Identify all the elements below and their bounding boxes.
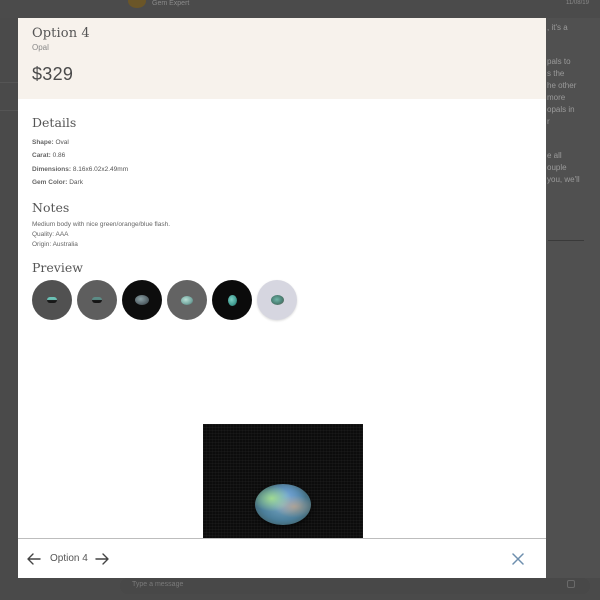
detail-label: Dimensions: [32,165,72,173]
close-icon [512,553,524,565]
preview-thumbnail[interactable] [212,280,252,321]
message-fragment: r [547,117,550,126]
gem-image [92,297,102,304]
notes-text: Medium body with nice green/orange/blue … [32,220,532,250]
message-fragment: opals in [547,105,575,114]
message-fragment: you, we'll [547,175,580,184]
message-fragment: s the [547,69,565,78]
arrow-right-icon [95,552,109,565]
detail-carat: Carat: 0.86 [32,149,532,162]
detail-label: Carat: [32,152,51,160]
message-date: 11/08/19 [566,0,589,6]
notes-line: Medium body with nice green/orange/blue … [32,221,171,229]
notes-line: Quality: AAA [32,231,69,239]
detail-dimensions: Dimensions: 8.16x6.02x2.49mm [32,163,532,176]
preview-thumbnail[interactable] [257,280,297,321]
opal-gem-image [255,484,311,525]
preview-thumbnails [32,280,532,321]
arrow-left-icon [27,552,41,565]
background-header [0,0,600,18]
message-fragment: , it's a [547,23,568,32]
preview-heading: Preview [32,260,83,276]
details-list: Shape: Oval Carat: 0.86 Dimensions: 8.16… [32,136,532,189]
detail-label: Gem Color: [32,178,68,186]
price: $329 [32,64,74,84]
message-fragment: more [547,93,566,102]
background-divider [0,110,18,111]
sender-name: Gem Expert [152,0,190,7]
close-button[interactable] [510,551,526,567]
preview-thumbnail[interactable] [32,280,72,321]
detail-value: 0.86 [52,152,66,160]
previous-option-button[interactable] [26,551,42,567]
detail-gem-color: Gem Color: Dark [32,176,532,189]
detail-value: Oval [55,139,69,146]
message-input-placeholder: Type a message [132,581,184,588]
send-icon[interactable] [567,580,575,588]
next-option-button[interactable] [94,551,110,567]
notes-heading: Notes [32,200,70,216]
gem-image [135,295,149,306]
message-divider [548,240,584,241]
background-divider [0,82,18,83]
gem-image [227,294,237,306]
preview-thumbnail[interactable] [167,280,207,321]
gem-image [181,295,193,305]
message-fragment: e all [547,151,562,160]
main-preview-image[interactable] [203,424,363,538]
option-title: Option 4 [32,26,90,41]
message-fragment: pals to [547,57,571,66]
detail-value: 8.16x6.02x2.49mm [72,165,129,173]
modal-footer: Option 4 [18,538,546,578]
gem-image [270,295,284,306]
details-heading: Details [32,115,77,130]
preview-thumbnail[interactable] [122,280,162,321]
message-fragment: he other [547,81,577,90]
gem-type: Opal [32,43,49,52]
current-option-label: Option 4 [50,553,88,564]
detail-label: Shape: [32,139,54,146]
gem-option-modal: Option 4 Opal $329 Details Shape: Oval C… [18,18,546,578]
gem-image [47,297,57,304]
preview-thumbnail[interactable] [77,280,117,321]
detail-shape: Shape: Oval [32,136,532,149]
message-input[interactable] [120,578,590,594]
notes-line: Origin: Australia [32,241,78,249]
modal-body: Details Shape: Oval Carat: 0.86 Dimensio… [18,99,546,538]
message-fragment: ouple [547,163,567,172]
detail-value: Dark [69,178,83,186]
modal-header: Option 4 Opal $329 [18,18,546,99]
